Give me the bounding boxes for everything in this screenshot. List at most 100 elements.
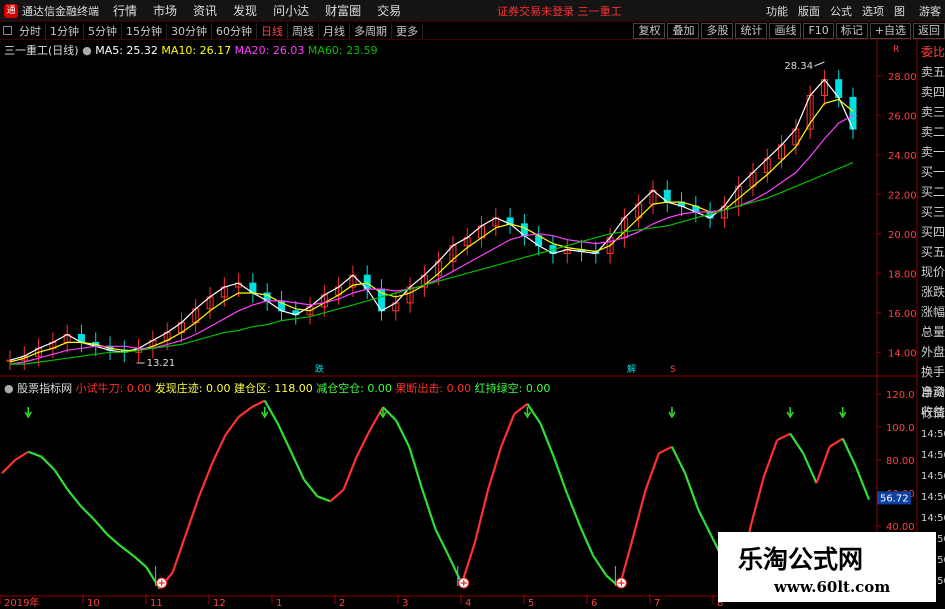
ma-line-ma60 bbox=[10, 162, 854, 365]
indicator-segment bbox=[644, 453, 660, 491]
indicator-segment bbox=[395, 419, 411, 448]
ma5-label: MA5: 25.32 bbox=[95, 44, 158, 57]
indicator-segment bbox=[631, 489, 647, 540]
indicator-segment bbox=[539, 423, 555, 458]
quote-panel-item[interactable]: 换手 bbox=[919, 362, 945, 382]
tick-panel-header[interactable]: 行情 bbox=[919, 403, 945, 424]
tick-time[interactable]: 14:50 bbox=[919, 445, 945, 466]
ma10-label: MA10: 26.17 bbox=[161, 44, 232, 57]
indicator-segment bbox=[578, 525, 595, 557]
indicator-segment bbox=[355, 429, 371, 458]
indicator-segment bbox=[66, 489, 82, 507]
indicator-segment bbox=[251, 399, 266, 409]
indicator-segment bbox=[40, 455, 56, 471]
price-axis-label: 16.00 bbox=[888, 309, 917, 320]
watermark-title: 乐淘公式网 bbox=[738, 545, 864, 574]
indicator-axis-label: 80.00 bbox=[886, 456, 915, 467]
quote-panel-item[interactable]: 涨跌 bbox=[919, 282, 945, 302]
quote-panel-item[interactable]: 外盘 bbox=[919, 342, 945, 362]
indicator-segment bbox=[237, 406, 253, 418]
indicator-segment bbox=[658, 445, 673, 455]
tick-time[interactable]: 14:50 bbox=[919, 487, 945, 508]
quote-panel-item[interactable]: 卖二 bbox=[919, 122, 945, 142]
indicator-segment bbox=[854, 466, 871, 501]
indicator-segment bbox=[119, 544, 135, 557]
signal-die: 跌 bbox=[315, 364, 324, 375]
indicator-segment bbox=[1, 459, 16, 474]
time-axis-label: 6 bbox=[591, 598, 597, 609]
indicator-segment bbox=[106, 533, 121, 547]
indicator-segment bbox=[198, 462, 214, 497]
time-axis-label: 1 bbox=[276, 598, 282, 609]
quote-panel-item[interactable]: 卖五 bbox=[919, 62, 945, 82]
indicator-segment bbox=[749, 476, 765, 527]
quote-panel-item[interactable]: 卖四 bbox=[919, 82, 945, 102]
ind-guoduan: 果断出击: 0.00 bbox=[395, 382, 472, 395]
quote-panel-item[interactable]: 买一 bbox=[919, 162, 945, 182]
tick-time[interactable]: 14:50 bbox=[919, 508, 945, 529]
indicator-segment bbox=[670, 446, 687, 474]
ma60-label: MA60: 23.59 bbox=[307, 44, 378, 57]
time-axis-label: 12 bbox=[213, 598, 226, 609]
ma-line-ma5 bbox=[9, 78, 854, 361]
indicator-segment bbox=[80, 505, 95, 521]
indicator-segment bbox=[316, 495, 331, 503]
indicator-segment bbox=[815, 446, 831, 484]
indicator-segment bbox=[408, 446, 424, 491]
indicator-segment bbox=[132, 554, 148, 569]
grid bbox=[0, 40, 918, 598]
tick-time[interactable]: 14:50 bbox=[919, 424, 945, 445]
indicator-segment bbox=[684, 472, 700, 510]
high-price-label: 28.34 bbox=[784, 61, 813, 72]
high-pointer bbox=[814, 61, 825, 67]
indicator-segment bbox=[776, 432, 791, 442]
quote-panel-item[interactable]: 买三 bbox=[919, 202, 945, 222]
tick-panel-header[interactable]: 自动 bbox=[919, 382, 945, 403]
price-layer: 28.34 13.21 跌 解 S bbox=[6, 61, 857, 375]
quote-panel-item[interactable]: 委比 bbox=[919, 42, 945, 62]
signal-s: S bbox=[670, 365, 676, 375]
ind-xiaoshi: 小试牛刀: 0.00 bbox=[75, 382, 152, 395]
indicator-segment bbox=[329, 488, 345, 503]
indicator-segment bbox=[342, 456, 358, 491]
time-axis-label: 7 bbox=[654, 598, 660, 609]
indicator-segment bbox=[421, 489, 437, 530]
indicator-segment bbox=[592, 555, 608, 577]
indicator-segment bbox=[552, 456, 568, 494]
indicator-segment bbox=[263, 400, 279, 425]
signal-jie: 解 bbox=[627, 363, 636, 375]
indicator-axis-label: 120.0 bbox=[886, 390, 915, 401]
quote-panel-item[interactable]: 总量 bbox=[919, 322, 945, 342]
kline-chart[interactable]: 28.34 13.21 跌 解 S 28.00 26.00 24.00 22.00 20.00 1… bbox=[0, 0, 945, 609]
indicator-segment bbox=[762, 439, 779, 477]
indicator-segment bbox=[841, 438, 857, 468]
price-axis-label: 14.00 bbox=[888, 348, 917, 359]
time-axis-label: 11 bbox=[150, 598, 163, 609]
quote-panel-item[interactable]: 涨幅 bbox=[919, 302, 945, 322]
time-axis-label: 2019年 bbox=[4, 596, 39, 609]
quote-panel-item[interactable]: 买二 bbox=[919, 182, 945, 202]
ind-faxian: 发现庄迹: 0.00 bbox=[154, 382, 231, 395]
indicator-segment bbox=[14, 450, 29, 461]
indicator-segment bbox=[303, 479, 319, 497]
indicator-segment bbox=[224, 416, 240, 436]
indicator-segment bbox=[697, 509, 713, 537]
quote-panel-item[interactable]: 卖三 bbox=[919, 102, 945, 122]
quote-panel-item[interactable]: 现价 bbox=[919, 262, 945, 282]
price-axis-label: 26.00 bbox=[888, 111, 917, 122]
ma-line-ma20 bbox=[9, 114, 854, 365]
price-axis-pct: R bbox=[893, 45, 899, 55]
price-axis-label: 28.00 bbox=[888, 72, 917, 83]
time-axis-label: 3 bbox=[402, 598, 408, 609]
time-axis-label: 4 bbox=[465, 598, 471, 609]
quote-panel-item[interactable]: 卖一 bbox=[919, 142, 945, 162]
quote-panel-item[interactable]: 买四 bbox=[919, 222, 945, 242]
indicator-segment bbox=[486, 446, 503, 491]
tick-time[interactable]: 14:50 bbox=[919, 466, 945, 487]
quote-panel-item[interactable]: 买五 bbox=[919, 242, 945, 262]
indicator-segment bbox=[171, 533, 187, 573]
ind-hongchi: 红持绿空: 0.00 bbox=[474, 382, 551, 395]
indicator-segment bbox=[802, 452, 818, 484]
indicator-segment bbox=[184, 495, 201, 535]
indicator-current-label: 56.72 bbox=[880, 493, 909, 504]
